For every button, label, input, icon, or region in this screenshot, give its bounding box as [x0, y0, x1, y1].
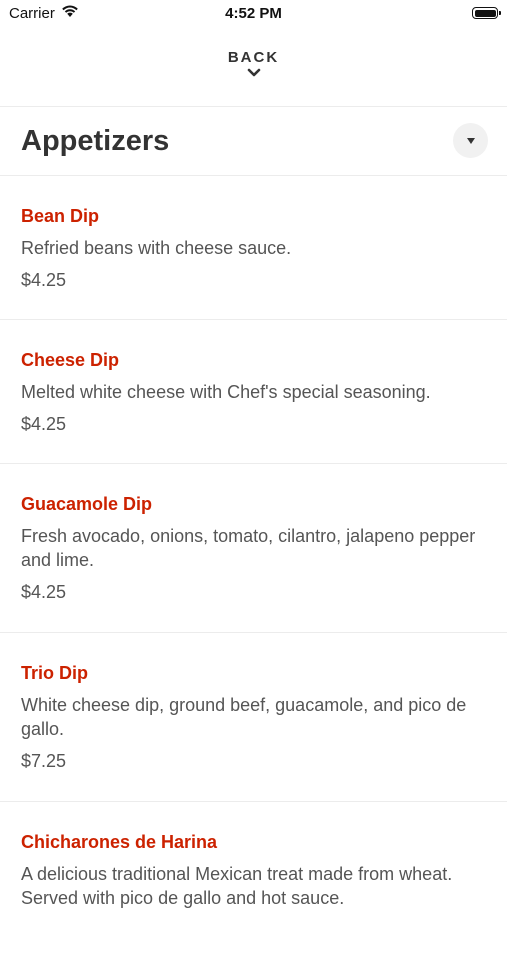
item-name: Guacamole Dip: [21, 494, 153, 514]
chevron-down-icon: [247, 68, 260, 77]
menu-item[interactable]: Trio Dip White cheese dip, ground beef, …: [0, 633, 507, 802]
item-name: Cheese Dip: [21, 350, 120, 370]
menu-item[interactable]: Chicharones de Harina A delicious tradit…: [0, 802, 507, 971]
caret-down-icon: [467, 138, 475, 144]
menu-item[interactable]: Guacamole Dip Fresh avocado, onions, tom…: [0, 464, 507, 633]
back-label: BACK: [227, 49, 280, 66]
category-title: Appetizers: [21, 125, 170, 157]
battery-icon: [472, 7, 501, 19]
back-button[interactable]: BACK: [0, 44, 507, 106]
menu-list: Bean Dip Refried beans with cheese sauce…: [0, 176, 507, 971]
item-description: Fresh avocado, onions, tomato, cilantro,…: [21, 526, 476, 570]
item-price: $4.25: [21, 414, 67, 434]
item-name: Chicharones de Harina: [21, 832, 218, 852]
clock-time: 4:52 PM: [225, 5, 282, 22]
item-price: $7.25: [21, 751, 67, 771]
item-description: Refried beans with cheese sauce.: [21, 238, 292, 258]
category-header: Appetizers: [0, 107, 507, 175]
item-description: Melted white cheese with Chef's special …: [21, 382, 431, 402]
item-name: Trio Dip: [21, 663, 88, 683]
item-price: $4.25: [21, 582, 67, 602]
item-description: A delicious traditional Mexican treat ma…: [21, 864, 453, 908]
item-price: $4.25: [21, 270, 67, 290]
category-dropdown-button[interactable]: [453, 123, 488, 158]
menu-item[interactable]: Cheese Dip Melted white cheese with Chef…: [0, 320, 507, 464]
item-name: Bean Dip: [21, 206, 100, 226]
menu-item[interactable]: Bean Dip Refried beans with cheese sauce…: [0, 176, 507, 320]
status-bar: Carrier 4:52 PM: [0, 0, 507, 28]
item-description: White cheese dip, ground beef, guacamole…: [21, 695, 467, 739]
